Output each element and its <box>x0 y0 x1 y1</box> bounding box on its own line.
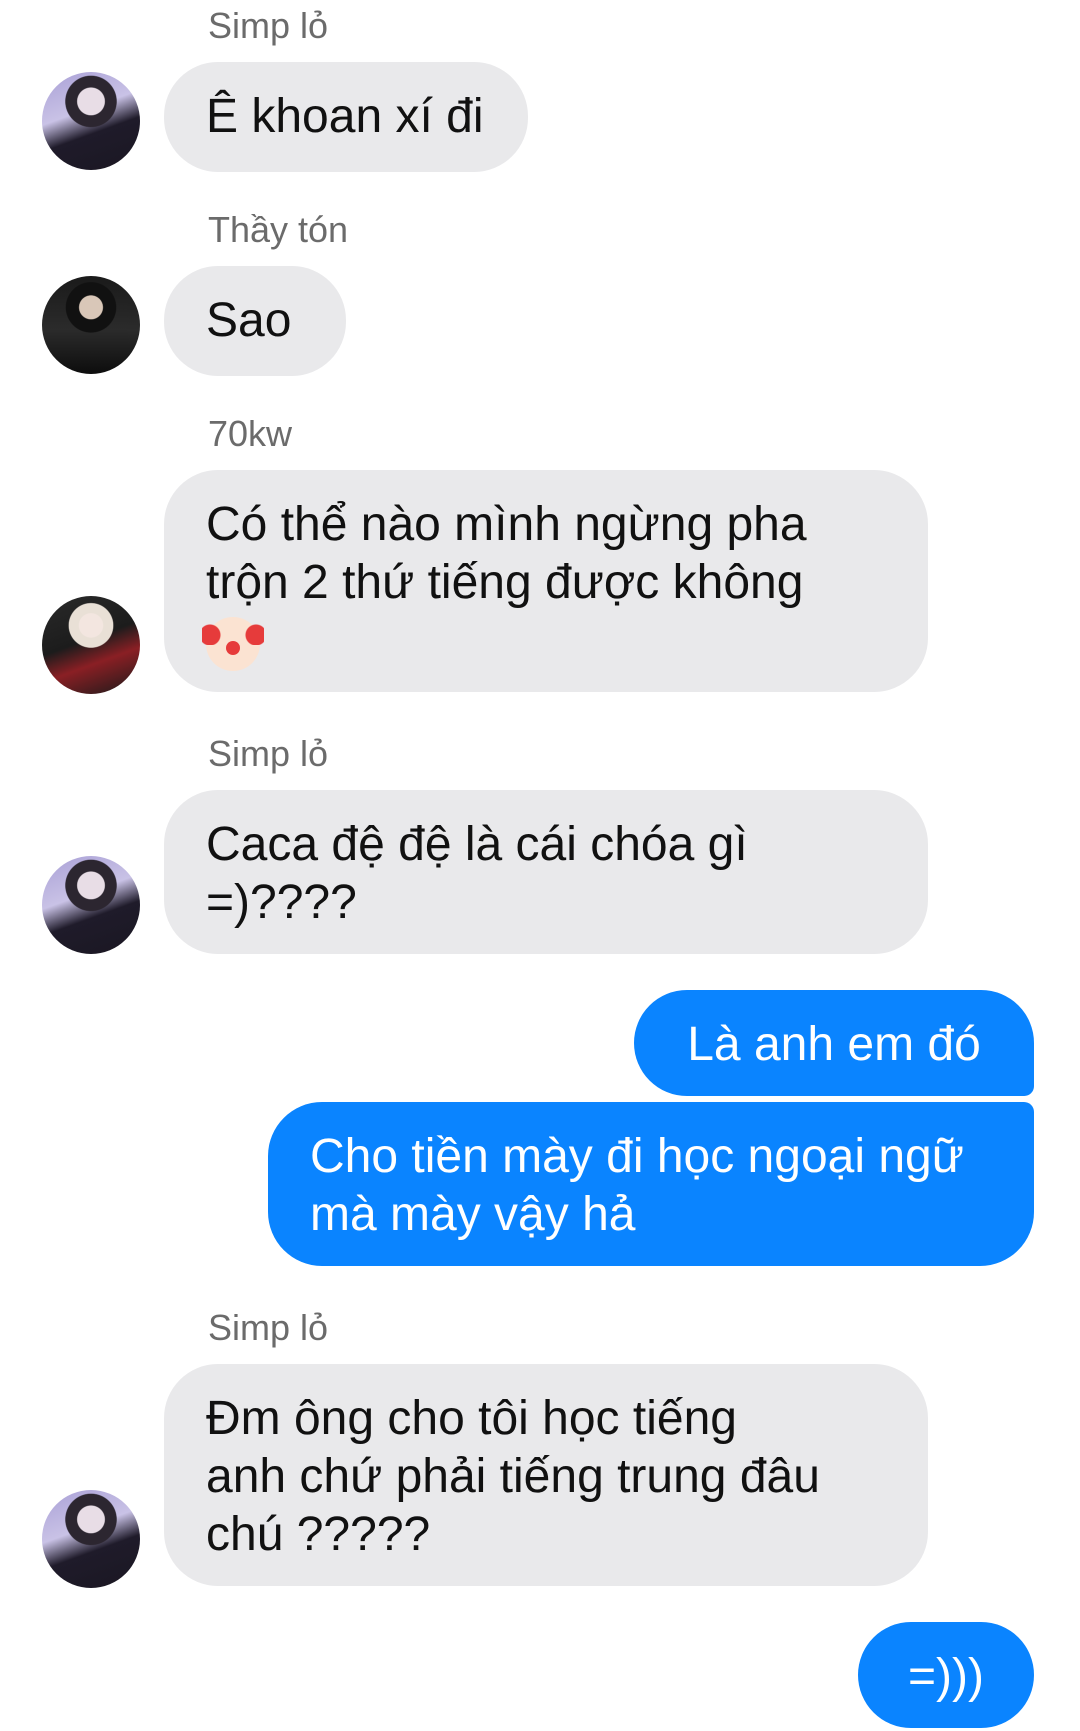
message-text: Là anh em đó <box>687 1018 981 1071</box>
avatar[interactable] <box>42 856 140 954</box>
message-text: Có thể nào mình ngừng pha <box>206 498 807 551</box>
sender-name: Simp lỏ <box>208 1307 329 1348</box>
avatar[interactable] <box>42 596 140 694</box>
incoming-message-bubble[interactable]: Có thể nào mình ngừng pha trộn 2 thứ tiế… <box>164 470 928 692</box>
incoming-message-bubble[interactable]: Caca đệ đệ là cái chóa gì =)???? <box>164 790 928 954</box>
sender-name: 70kw <box>208 413 293 454</box>
message-text: Sao <box>206 294 292 347</box>
message-text: anh chứ phải tiếng trung đâu <box>206 1450 820 1503</box>
message-text: chú ????? <box>206 1508 431 1561</box>
avatar[interactable] <box>42 1490 140 1588</box>
outgoing-message-bubble[interactable]: Là anh em đó <box>634 990 1034 1096</box>
message-text: mà mày vậy hả <box>310 1188 636 1241</box>
clown-face-icon <box>202 617 264 672</box>
message-text: Ê khoan xí đi <box>206 90 484 143</box>
message-text: =)???? <box>206 876 357 929</box>
message-text: Cho tiền mày đi học ngoại ngữ <box>310 1130 964 1183</box>
incoming-message-bubble[interactable]: Sao <box>164 266 346 376</box>
outgoing-message-bubble[interactable]: Cho tiền mày đi học ngoại ngữ mà mày vậy… <box>268 1102 1034 1266</box>
sender-name: Simp lỏ <box>208 733 329 774</box>
outgoing-message-bubble[interactable]: =))) <box>858 1622 1034 1728</box>
incoming-message-bubble[interactable]: Đm ông cho tôi học tiếng anh chứ phải ti… <box>164 1364 928 1586</box>
avatar[interactable] <box>42 276 140 374</box>
message-text: trộn 2 thứ tiếng được không <box>206 556 804 609</box>
incoming-message-bubble[interactable]: Ê khoan xí đi <box>164 62 528 172</box>
avatar[interactable] <box>42 72 140 170</box>
message-text: Caca đệ đệ là cái chóa gì <box>206 818 748 871</box>
message-text: Đm ông cho tôi học tiếng <box>206 1392 737 1445</box>
sender-name: Simp lỏ <box>208 5 329 46</box>
sender-name: Thầy tón <box>208 209 349 250</box>
message-text: =))) <box>908 1650 984 1703</box>
